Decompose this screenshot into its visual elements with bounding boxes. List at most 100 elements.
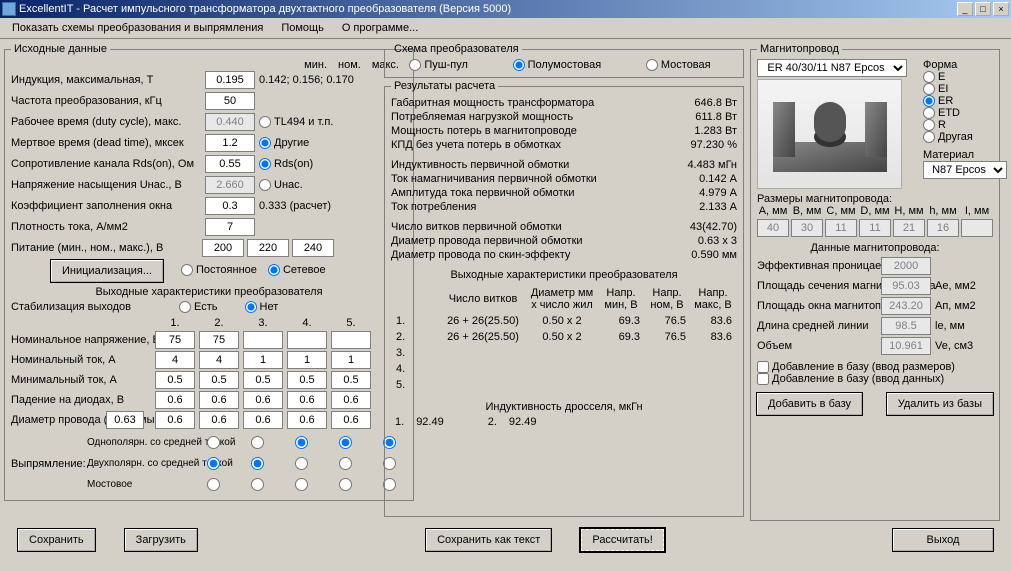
- result-line: Диаметр провода первичной обмотки0.63 x …: [391, 234, 737, 248]
- save-text-button[interactable]: Сохранить как текст: [426, 529, 551, 551]
- result-line: Амплитуда тока первичной обмотки4.979 А: [391, 186, 737, 200]
- supply-nom[interactable]: [247, 239, 289, 257]
- menu-about[interactable]: О программе...: [338, 20, 422, 36]
- dwire-3[interactable]: [243, 411, 283, 429]
- vnom-4[interactable]: [287, 331, 327, 349]
- radio-fullbridge[interactable]: Мостовая: [646, 59, 711, 71]
- radio-halfbridge[interactable]: Полумостовая: [513, 59, 602, 71]
- inom-2[interactable]: [199, 351, 239, 369]
- uhac-input: [205, 176, 255, 194]
- inom-5[interactable]: [331, 351, 371, 369]
- init-button[interactable]: Инициализация...: [51, 260, 163, 282]
- vdiode-5[interactable]: [331, 391, 371, 409]
- dwire-5[interactable]: [331, 411, 371, 429]
- vnom-3[interactable]: [243, 331, 283, 349]
- vdiode-4[interactable]: [287, 391, 327, 409]
- output-row: 5.: [393, 378, 735, 392]
- radio-stab-no[interactable]: Нет: [245, 301, 279, 313]
- shape-other[interactable]: Другая: [923, 131, 985, 143]
- calc-button[interactable]: Рассчитать!: [581, 529, 663, 551]
- results-group: Результаты расчета Габаритная мощность т…: [384, 80, 744, 517]
- vdiode-3[interactable]: [243, 391, 283, 409]
- rect-1-4[interactable]: [339, 436, 352, 449]
- vdiode-2[interactable]: [199, 391, 239, 409]
- dim-a: [757, 219, 789, 237]
- minimize-button[interactable]: _: [957, 2, 973, 16]
- vnom-5[interactable]: [331, 331, 371, 349]
- chk-add-data[interactable]: Добавление в базу (ввод данных): [757, 373, 985, 385]
- jdens-input[interactable]: [205, 218, 255, 236]
- rds-input[interactable]: [205, 155, 255, 173]
- inom-1[interactable]: [155, 351, 195, 369]
- supply-max[interactable]: [292, 239, 334, 257]
- maximize-button[interactable]: □: [975, 2, 991, 16]
- input-data-group: Исходные данные мин. ном. макс. Индукция…: [4, 43, 414, 501]
- radio-drugie[interactable]: Другие: [259, 137, 376, 149]
- imin-3[interactable]: [243, 371, 283, 389]
- dim-b: [791, 219, 823, 237]
- save-button[interactable]: Сохранить: [18, 529, 95, 551]
- load-button[interactable]: Загрузить: [125, 529, 197, 551]
- radio-net[interactable]: Сетевое: [268, 264, 326, 276]
- vdiode-1[interactable]: [155, 391, 195, 409]
- dead-input[interactable]: [205, 134, 255, 152]
- rect-2-2[interactable]: [251, 457, 264, 470]
- vnom-1[interactable]: [155, 331, 195, 349]
- rect-1-1[interactable]: [207, 436, 220, 449]
- koef-input[interactable]: [205, 197, 255, 215]
- imin-1[interactable]: [155, 371, 195, 389]
- core-select[interactable]: ER 40/30/11 N87 Epcos: [757, 59, 907, 77]
- rect-2-3[interactable]: [295, 457, 308, 470]
- rect-3-1[interactable]: [207, 478, 220, 491]
- inom-4[interactable]: [287, 351, 327, 369]
- result-line: Диаметр провода по скин-эффекту0.590 мм: [391, 248, 737, 262]
- shape-etd[interactable]: ETD: [923, 107, 985, 119]
- result-line: Число витков первичной обмотки43(42.70): [391, 220, 737, 234]
- rect-3-3[interactable]: [295, 478, 308, 491]
- chk-add-size[interactable]: Добавление в базу (ввод размеров): [757, 361, 985, 373]
- rect-3-4[interactable]: [339, 478, 352, 491]
- dwire-2[interactable]: [199, 411, 239, 429]
- radio-stab-yes[interactable]: Есть: [179, 301, 217, 313]
- close-button[interactable]: ×: [993, 2, 1009, 16]
- imin-5[interactable]: [331, 371, 371, 389]
- shape-r[interactable]: R: [923, 119, 985, 131]
- dwire-4[interactable]: [287, 411, 327, 429]
- rect-3-2[interactable]: [251, 478, 264, 491]
- freq-input[interactable]: [205, 92, 255, 110]
- radio-pushpull[interactable]: Пуш-пул: [409, 59, 468, 71]
- supply-min[interactable]: [202, 239, 244, 257]
- duty-input: [205, 113, 255, 131]
- shape-er[interactable]: ER: [923, 95, 985, 107]
- menu-schemes[interactable]: Показать схемы преобразования и выпрямле…: [8, 20, 267, 36]
- menubar: Показать схемы преобразования и выпрямле…: [0, 18, 1011, 39]
- radio-uhac[interactable]: Uнас.: [259, 179, 376, 191]
- output-row: 2.26 + 26(25.50)0.50 x 269.376.583.6: [393, 330, 735, 344]
- rect-1-2[interactable]: [251, 436, 264, 449]
- result-line: Габаритная мощность трансформатора646.8 …: [391, 96, 737, 110]
- add-db-button[interactable]: Добавить в базу: [757, 393, 862, 415]
- induction-input[interactable]: [205, 71, 255, 89]
- rect-2-4[interactable]: [339, 457, 352, 470]
- ae-val: [881, 277, 931, 295]
- radio-tl494[interactable]: TL494 и т.п.: [259, 116, 376, 128]
- shape-ei[interactable]: EI: [923, 83, 985, 95]
- imin-2[interactable]: [199, 371, 239, 389]
- vnom-2[interactable]: [199, 331, 239, 349]
- result-line: Ток намагничивания первичной обмотки0.14…: [391, 172, 737, 186]
- imin-4[interactable]: [287, 371, 327, 389]
- material-select[interactable]: N87 Epcos: [923, 161, 1007, 179]
- shape-e[interactable]: E: [923, 71, 985, 83]
- menu-help[interactable]: Помощь: [277, 20, 328, 36]
- radio-rdson[interactable]: Rds(on): [259, 158, 376, 170]
- exit-button[interactable]: Выход: [893, 529, 993, 551]
- dwire-main[interactable]: [106, 411, 144, 429]
- result-line: Ток потребления2.133 А: [391, 200, 737, 214]
- output-row: 4.: [393, 362, 735, 376]
- rect-1-3[interactable]: [295, 436, 308, 449]
- inom-3[interactable]: [243, 351, 283, 369]
- del-db-button[interactable]: Удалить из базы: [887, 393, 993, 415]
- dwire-1[interactable]: [155, 411, 195, 429]
- rect-2-1[interactable]: [207, 457, 220, 470]
- radio-const[interactable]: Постоянное: [181, 264, 257, 276]
